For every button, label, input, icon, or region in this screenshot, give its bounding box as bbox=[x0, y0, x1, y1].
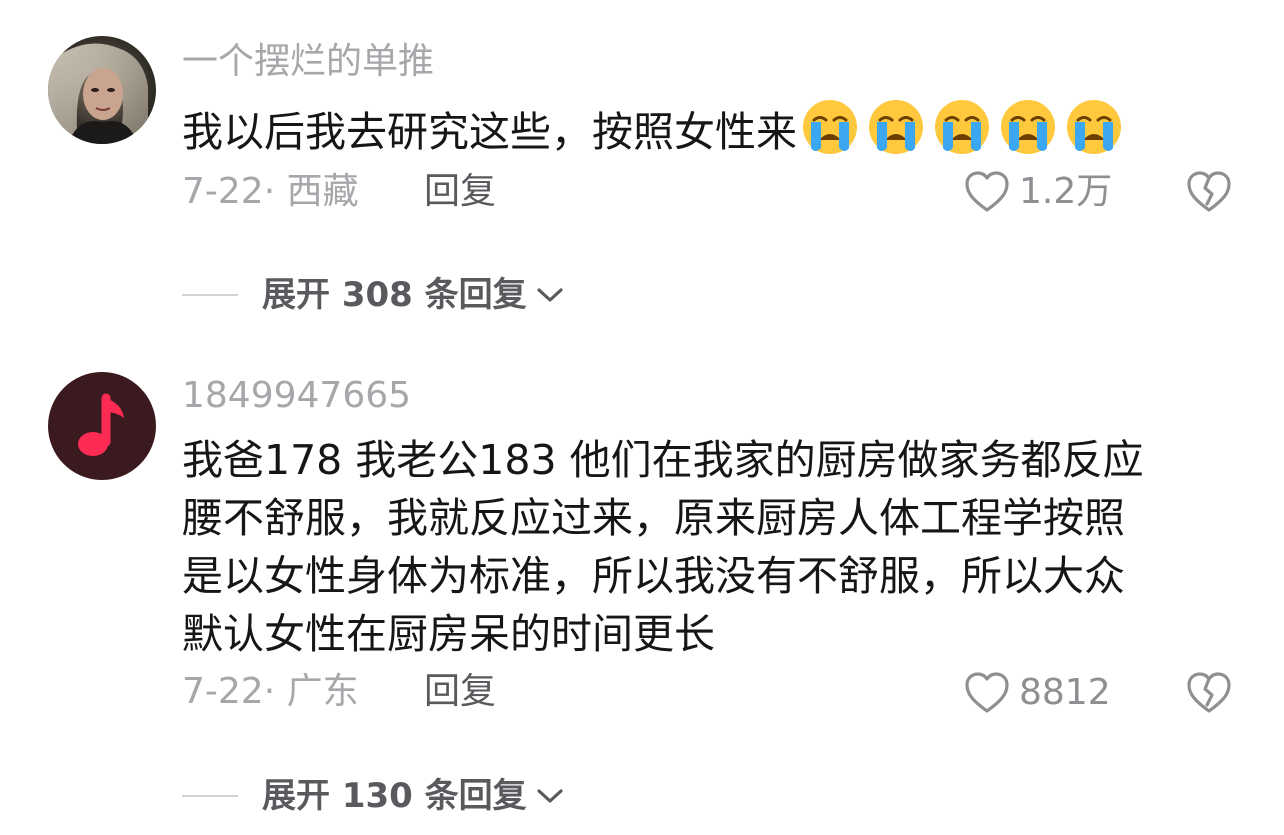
like-count: 1.2万 bbox=[1019, 171, 1113, 212]
expand-replies-button[interactable]: 展开 130 条回复 bbox=[182, 771, 565, 821]
comment-text: 我以后我去研究这些，按照女性来 bbox=[182, 98, 1131, 156]
expand-replies-button[interactable]: 展开 308 条回复 bbox=[182, 270, 565, 320]
chevron-down-icon bbox=[537, 288, 563, 302]
comment-text-line: 我爸178 我老公183 他们在我家的厨房做家务都反应 bbox=[182, 436, 1144, 484]
emoji-row bbox=[801, 98, 1131, 171]
comment-text-line: 我以后我去研究这些，按照女性来 bbox=[182, 98, 1131, 156]
comment-date-location: 7-22· 广东 bbox=[182, 671, 359, 712]
expand-replies-label: 展开 130 条回复 bbox=[262, 776, 527, 816]
reply-button[interactable]: 回复 bbox=[424, 170, 496, 214]
crying-face-icon bbox=[935, 100, 989, 154]
crying-face-icon bbox=[803, 100, 857, 154]
expand-replies-label: 展开 308 条回复 bbox=[262, 275, 527, 315]
like-button[interactable]: 1.2万 bbox=[963, 167, 1112, 217]
comment-text-line: 默认女性在厨房呆的时间更长 bbox=[182, 610, 715, 658]
like-count: 8812 bbox=[1019, 672, 1111, 713]
reply-button[interactable]: 回复 bbox=[424, 670, 496, 714]
comment-text: 我爸178 我老公183 他们在我家的厨房做家务都反应 腰不舒服，我就反应过来，… bbox=[182, 431, 1144, 663]
chevron-down-icon bbox=[537, 789, 563, 803]
crying-face-icon bbox=[869, 100, 923, 154]
comment-text-line: 腰不舒服，我就反应过来，原来厨房人体工程学按照 bbox=[182, 494, 1125, 542]
heart-icon bbox=[965, 171, 1009, 212]
crying-face-icon bbox=[1067, 100, 1121, 154]
heart-icon bbox=[965, 672, 1009, 713]
like-button[interactable]: 8812 bbox=[963, 668, 1111, 718]
avatar[interactable] bbox=[48, 36, 156, 144]
comment-username[interactable]: 一个摆烂的单推 bbox=[182, 40, 434, 84]
divider-line bbox=[182, 795, 238, 797]
comment-date-location: 7-22· 西藏 bbox=[182, 171, 359, 212]
avatar[interactable] bbox=[48, 372, 156, 480]
broken-heart-icon[interactable] bbox=[1184, 168, 1234, 216]
broken-heart-icon[interactable] bbox=[1184, 669, 1234, 717]
divider-line bbox=[182, 294, 238, 296]
comment-username[interactable]: 1849947665 bbox=[182, 374, 411, 418]
crying-face-icon bbox=[1001, 100, 1055, 154]
comment-text-line: 是以女性身体为标准，所以我没有不舒服，所以大众 bbox=[182, 552, 1125, 600]
